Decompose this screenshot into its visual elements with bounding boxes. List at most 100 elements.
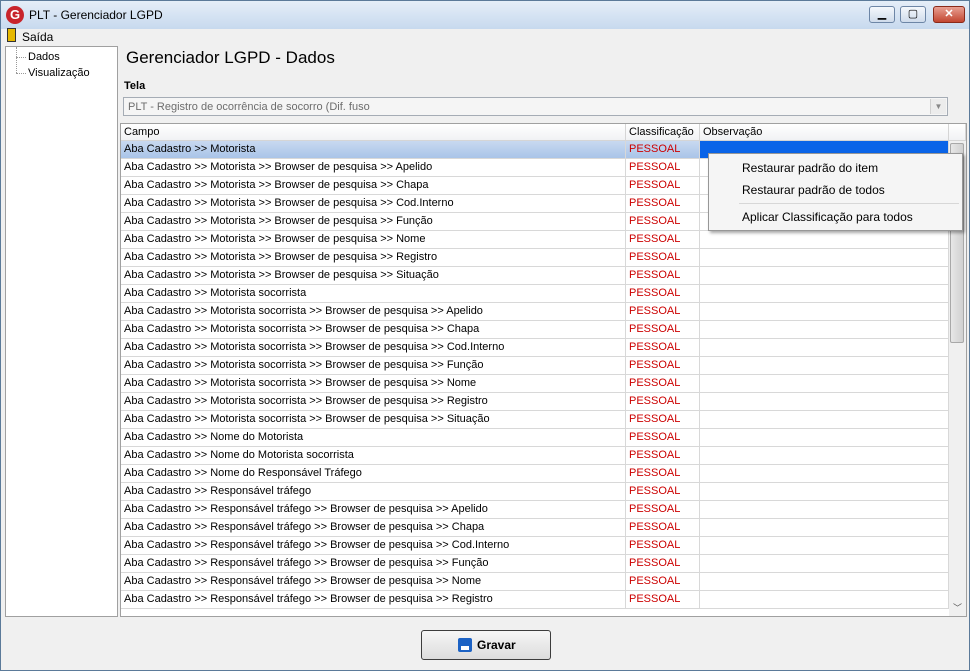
scroll-down-arrow-icon[interactable]: ﹀ — [950, 602, 965, 614]
cell-observacao[interactable] — [700, 465, 949, 483]
cell-campo[interactable]: Aba Cadastro >> Motorista >> Browser de … — [121, 195, 626, 213]
minimize-button[interactable]: ▁ — [869, 6, 895, 23]
maximize-button[interactable]: ▢ — [900, 6, 926, 23]
table-row[interactable]: Aba Cadastro >> Motorista socorrista >> … — [121, 411, 949, 429]
menu-item-restore-item-default[interactable]: Restaurar padrão do item — [742, 161, 878, 175]
table-row[interactable]: Aba Cadastro >> Responsável tráfego >> B… — [121, 519, 949, 537]
table-row[interactable]: Aba Cadastro >> Responsável tráfego >> B… — [121, 555, 949, 573]
cell-classificacao[interactable]: PESSOAL — [626, 303, 700, 321]
cell-campo[interactable]: Aba Cadastro >> Responsável tráfego >> B… — [121, 573, 626, 591]
dropdown-arrow-icon[interactable]: ▼ — [930, 99, 946, 114]
cell-classificacao[interactable]: PESSOAL — [626, 375, 700, 393]
cell-observacao[interactable] — [700, 303, 949, 321]
cell-observacao[interactable] — [700, 555, 949, 573]
cell-observacao[interactable] — [700, 573, 949, 591]
cell-classificacao[interactable]: PESSOAL — [626, 177, 700, 195]
tree-item-dados[interactable]: Dados — [28, 51, 60, 63]
cell-observacao[interactable] — [700, 375, 949, 393]
cell-observacao[interactable] — [700, 447, 949, 465]
cell-classificacao[interactable]: PESSOAL — [626, 159, 700, 177]
cell-classificacao[interactable]: PESSOAL — [626, 555, 700, 573]
cell-classificacao[interactable]: PESSOAL — [626, 357, 700, 375]
cell-campo[interactable]: Aba Cadastro >> Motorista >> Browser de … — [121, 267, 626, 285]
cell-classificacao[interactable]: PESSOAL — [626, 483, 700, 501]
cell-campo[interactable]: Aba Cadastro >> Motorista socorrista >> … — [121, 375, 626, 393]
cell-classificacao[interactable]: PESSOAL — [626, 249, 700, 267]
cell-observacao[interactable] — [700, 501, 949, 519]
cell-observacao[interactable] — [700, 231, 949, 249]
cell-campo[interactable]: Aba Cadastro >> Nome do Motorista socorr… — [121, 447, 626, 465]
cell-observacao[interactable] — [700, 483, 949, 501]
menu-item-exit[interactable]: Saída — [22, 30, 53, 44]
cell-campo[interactable]: Aba Cadastro >> Motorista >> Browser de … — [121, 177, 626, 195]
exit-door-icon[interactable] — [7, 28, 16, 42]
table-row[interactable]: Aba Cadastro >> Motorista >> Browser de … — [121, 231, 949, 249]
title-bar[interactable]: G PLT - Gerenciador LGPD ▁ ▢ ✕ — [1, 1, 969, 29]
table-row[interactable]: Aba Cadastro >> Motorista >> Browser de … — [121, 267, 949, 285]
table-row[interactable]: Aba Cadastro >> Responsável tráfego >> B… — [121, 501, 949, 519]
cell-classificacao[interactable]: PESSOAL — [626, 447, 700, 465]
table-row[interactable]: Aba Cadastro >> Responsável tráfego >> B… — [121, 573, 949, 591]
cell-classificacao[interactable]: PESSOAL — [626, 411, 700, 429]
cell-campo[interactable]: Aba Cadastro >> Responsável tráfego >> B… — [121, 555, 626, 573]
cell-classificacao[interactable]: PESSOAL — [626, 285, 700, 303]
cell-observacao[interactable] — [700, 429, 949, 447]
table-row[interactable]: Aba Cadastro >> Nome do Motorista PESSOAL — [121, 429, 949, 447]
cell-campo[interactable]: Aba Cadastro >> Motorista >> Browser de … — [121, 249, 626, 267]
cell-classificacao[interactable]: PESSOAL — [626, 267, 700, 285]
cell-classificacao[interactable]: PESSOAL — [626, 213, 700, 231]
cell-campo[interactable]: Aba Cadastro >> Responsável tráfego >> B… — [121, 519, 626, 537]
cell-campo[interactable]: Aba Cadastro >> Nome do Responsável Tráf… — [121, 465, 626, 483]
screen-select[interactable]: PLT - Registro de ocorrência de socorro … — [123, 97, 948, 116]
cell-campo[interactable]: Aba Cadastro >> Motorista >> Browser de … — [121, 231, 626, 249]
cell-classificacao[interactable]: PESSOAL — [626, 231, 700, 249]
column-header-observacao[interactable]: Observação — [700, 124, 949, 141]
cell-classificacao[interactable]: PESSOAL — [626, 465, 700, 483]
cell-classificacao[interactable]: PESSOAL — [626, 573, 700, 591]
cell-observacao[interactable] — [700, 537, 949, 555]
cell-observacao[interactable] — [700, 519, 949, 537]
cell-campo[interactable]: Aba Cadastro >> Motorista socorrista >> … — [121, 339, 626, 357]
cell-campo[interactable]: Aba Cadastro >> Responsável tráfego — [121, 483, 626, 501]
cell-campo[interactable]: Aba Cadastro >> Motorista socorrista — [121, 285, 626, 303]
column-header-classificacao[interactable]: Classificação — [626, 124, 700, 141]
table-row[interactable]: Aba Cadastro >> Motorista socorrista >> … — [121, 321, 949, 339]
cell-observacao[interactable] — [700, 411, 949, 429]
cell-classificacao[interactable]: PESSOAL — [626, 195, 700, 213]
column-header-campo[interactable]: Campo — [121, 124, 626, 141]
cell-campo[interactable]: Aba Cadastro >> Nome do Motorista — [121, 429, 626, 447]
cell-classificacao[interactable]: PESSOAL — [626, 537, 700, 555]
cell-campo[interactable]: Aba Cadastro >> Responsável tráfego >> B… — [121, 501, 626, 519]
table-row[interactable]: Aba Cadastro >> Motorista socorrista PESS… — [121, 285, 949, 303]
cell-observacao[interactable] — [700, 339, 949, 357]
cell-observacao[interactable] — [700, 393, 949, 411]
cell-campo[interactable]: Aba Cadastro >> Motorista >> Browser de … — [121, 159, 626, 177]
cell-observacao[interactable] — [700, 249, 949, 267]
cell-campo[interactable]: Aba Cadastro >> Motorista socorrista >> … — [121, 321, 626, 339]
table-row[interactable]: Aba Cadastro >> Responsável tráfego PESSO… — [121, 483, 949, 501]
cell-classificacao[interactable]: PESSOAL — [626, 429, 700, 447]
cell-observacao[interactable] — [700, 285, 949, 303]
tree-item-visualizacao[interactable]: Visualização — [28, 67, 90, 79]
cell-classificacao[interactable]: PESSOAL — [626, 501, 700, 519]
cell-classificacao[interactable]: PESSOAL — [626, 519, 700, 537]
table-row[interactable]: Aba Cadastro >> Motorista socorrista >> … — [121, 393, 949, 411]
cell-campo[interactable]: Aba Cadastro >> Responsável tráfego >> B… — [121, 591, 626, 609]
cell-observacao[interactable] — [700, 357, 949, 375]
table-row[interactable]: Aba Cadastro >> Motorista socorrista >> … — [121, 339, 949, 357]
cell-campo[interactable]: Aba Cadastro >> Motorista — [121, 141, 626, 159]
cell-classificacao[interactable]: PESSOAL — [626, 339, 700, 357]
cell-campo[interactable]: Aba Cadastro >> Motorista socorrista >> … — [121, 303, 626, 321]
table-row[interactable]: Aba Cadastro >> Nome do Motorista socorr… — [121, 447, 949, 465]
table-row[interactable]: Aba Cadastro >> Responsável tráfego >> B… — [121, 591, 949, 609]
cell-campo[interactable]: Aba Cadastro >> Motorista socorrista >> … — [121, 411, 626, 429]
cell-classificacao[interactable]: PESSOAL — [626, 141, 700, 159]
cell-observacao[interactable] — [700, 321, 949, 339]
menu-item-apply-classification-all[interactable]: Aplicar Classificação para todos — [742, 210, 913, 224]
cell-campo[interactable]: Aba Cadastro >> Motorista >> Browser de … — [121, 213, 626, 231]
cell-observacao[interactable] — [700, 591, 949, 609]
table-row[interactable]: Aba Cadastro >> Motorista socorrista >> … — [121, 303, 949, 321]
table-row[interactable]: Aba Cadastro >> Motorista socorrista >> … — [121, 357, 949, 375]
cell-campo[interactable]: Aba Cadastro >> Responsável tráfego >> B… — [121, 537, 626, 555]
cell-classificacao[interactable]: PESSOAL — [626, 321, 700, 339]
